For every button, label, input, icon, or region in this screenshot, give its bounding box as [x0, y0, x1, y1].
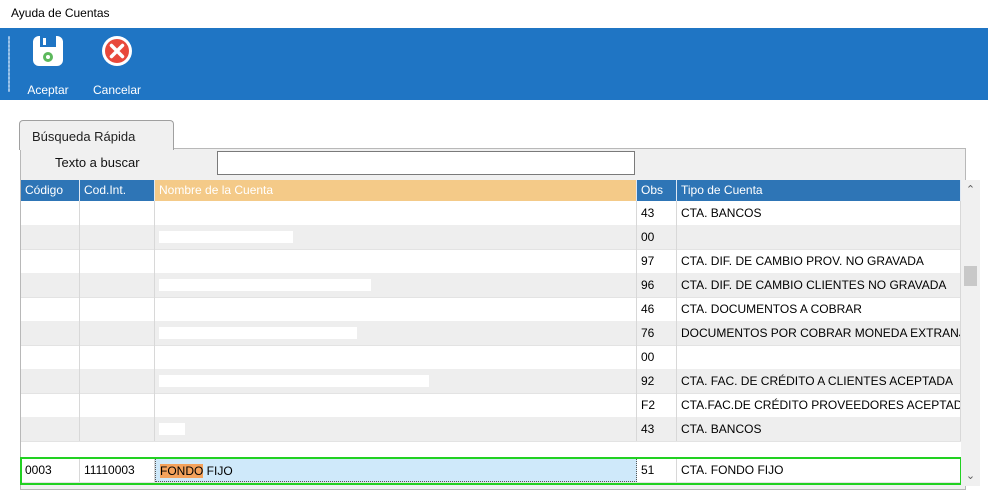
- tab-busqueda-rapida[interactable]: Búsqueda Rápida: [19, 120, 174, 150]
- cell-tipo: CTA. FAC. DE CRÉDITO A CLIENTES ACEPTADA: [677, 369, 961, 393]
- cell-codigo: 0003: [21, 458, 80, 482]
- cell-tipo: DOCUMENTOS POR COBRAR MONEDA EXTRANJ: [677, 321, 961, 345]
- cell-codigo: [21, 369, 80, 393]
- cell-codigo: [21, 297, 80, 321]
- cell-nombre: [155, 369, 637, 393]
- cell-nombre: [155, 321, 637, 345]
- toolbar-grip[interactable]: [8, 36, 10, 92]
- cell-cod-int: [80, 393, 155, 417]
- column-header-tipo[interactable]: Tipo de Cuenta: [677, 180, 961, 201]
- scroll-up-arrow-icon[interactable]: ⌃: [961, 182, 980, 198]
- cell-cod-int: [80, 249, 155, 273]
- cell-cod-int: [80, 417, 155, 441]
- table-row[interactable]: 96 CTA. DIF. DE CAMBIO CLIENTES NO GRAVA…: [21, 273, 961, 298]
- grid-header: Código Cod.Int. Nombre de la Cuenta Obs …: [21, 180, 961, 201]
- cell-tipo: CTA.FAC.DE CRÉDITO PROVEEDORES ACEPTAD: [677, 393, 961, 417]
- cell-nombre: [155, 273, 637, 297]
- cancel-button[interactable]: Cancelar: [86, 32, 148, 97]
- cell-codigo: [21, 201, 80, 225]
- cell-nombre-rest: FIJO: [203, 464, 233, 478]
- cell-cod-int: 11110003: [80, 458, 155, 482]
- vertical-scrollbar[interactable]: ⌃ ⌄: [961, 180, 980, 486]
- cell-nombre: [155, 225, 637, 249]
- table-row[interactable]: 97 CTA. DIF. DE CAMBIO PROV. NO GRAVADA: [21, 249, 961, 274]
- cell-cod-int: [80, 345, 155, 369]
- accept-button-label: Aceptar: [27, 83, 69, 97]
- cell-codigo: [21, 249, 80, 273]
- cell-nombre: FONDO FIJO: [155, 458, 637, 482]
- table-row[interactable]: 00: [21, 225, 961, 250]
- column-header-codigo[interactable]: Código: [21, 180, 80, 201]
- search-match-highlight: FONDO: [160, 464, 204, 478]
- search-input[interactable]: [217, 151, 635, 175]
- cell-obs: 76: [637, 321, 677, 345]
- cell-tipo: CTA. DIF. DE CAMBIO PROV. NO GRAVADA: [677, 249, 961, 273]
- cell-tipo: CTA. DIF. DE CAMBIO CLIENTES NO GRAVADA: [677, 273, 961, 297]
- table-row[interactable]: 00: [21, 345, 961, 370]
- cell-nombre: [155, 417, 637, 441]
- cell-codigo: [21, 225, 80, 249]
- cell-tipo: [677, 225, 961, 249]
- column-header-cod-int[interactable]: Cod.Int.: [80, 180, 155, 201]
- selected-table-row[interactable]: 0003 11110003 FONDO FIJO 51 CTA. FONDO F…: [21, 458, 961, 483]
- cell-nombre: [155, 201, 637, 225]
- cell-obs: 97: [637, 249, 677, 273]
- search-label: Texto a buscar: [55, 155, 140, 170]
- cell-nombre: [155, 393, 637, 417]
- cell-obs: 46: [637, 297, 677, 321]
- cell-cod-int: [80, 225, 155, 249]
- accounts-grid: Código Cod.Int. Nombre de la Cuenta Obs …: [21, 180, 961, 485]
- toolbar: Aceptar Cancelar: [0, 28, 988, 100]
- window-title: Ayuda de Cuentas: [11, 6, 110, 20]
- save-icon: [33, 36, 63, 66]
- cancel-button-label: Cancelar: [92, 83, 142, 97]
- cell-codigo: [21, 273, 80, 297]
- cell-obs: 43: [637, 417, 677, 441]
- cell-cod-int: [80, 297, 155, 321]
- cell-tipo: CTA. BANCOS: [677, 201, 961, 225]
- cell-cod-int: [80, 201, 155, 225]
- cell-codigo: [21, 345, 80, 369]
- title-bar: Ayuda de Cuentas: [0, 0, 988, 28]
- cell-codigo: [21, 417, 80, 441]
- cell-obs: 51: [637, 458, 677, 482]
- cell-tipo: CTA. BANCOS: [677, 417, 961, 441]
- table-row[interactable]: 43 CTA. BANCOS: [21, 417, 961, 442]
- column-header-nombre[interactable]: Nombre de la Cuenta: [155, 180, 637, 201]
- accept-button[interactable]: Aceptar: [20, 32, 76, 97]
- cell-nombre: [155, 297, 637, 321]
- cell-obs: 92: [637, 369, 677, 393]
- scroll-down-arrow-icon[interactable]: ⌄: [961, 468, 980, 484]
- table-row[interactable]: F2 CTA.FAC.DE CRÉDITO PROVEEDORES ACEPTA…: [21, 393, 961, 418]
- cell-tipo: CTA. DOCUMENTOS A COBRAR: [677, 297, 961, 321]
- tab-label: Búsqueda Rápida: [32, 129, 136, 144]
- cell-cod-int: [80, 273, 155, 297]
- cell-obs: 00: [637, 345, 677, 369]
- cell-obs: 43: [637, 201, 677, 225]
- cell-codigo: [21, 393, 80, 417]
- table-row[interactable]: 92 CTA. FAC. DE CRÉDITO A CLIENTES ACEPT…: [21, 369, 961, 394]
- table-row[interactable]: 76 DOCUMENTOS POR COBRAR MONEDA EXTRANJ: [21, 321, 961, 346]
- cell-nombre: [155, 249, 637, 273]
- cell-cod-int: [80, 369, 155, 393]
- cell-tipo: [677, 345, 961, 369]
- cancel-icon: [102, 36, 132, 66]
- cell-obs: 96: [637, 273, 677, 297]
- table-row[interactable]: 46 CTA. DOCUMENTOS A COBRAR: [21, 297, 961, 322]
- column-header-obs[interactable]: Obs: [637, 180, 677, 201]
- cell-nombre: [155, 345, 637, 369]
- cell-obs: 00: [637, 225, 677, 249]
- cell-codigo: [21, 321, 80, 345]
- cell-tipo: CTA. FONDO FIJO: [677, 458, 961, 482]
- cell-obs: F2: [637, 393, 677, 417]
- cell-cod-int: [80, 321, 155, 345]
- scroll-thumb[interactable]: [964, 266, 977, 286]
- table-row[interactable]: 43 CTA. BANCOS: [21, 201, 961, 226]
